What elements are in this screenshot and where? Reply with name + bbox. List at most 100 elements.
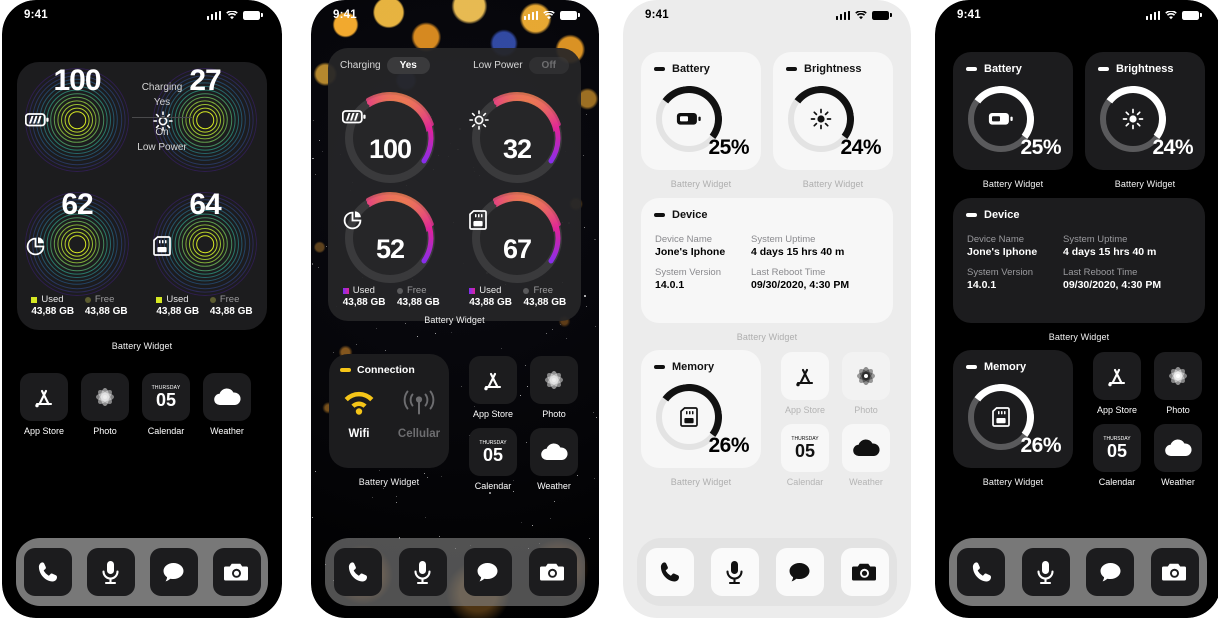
- connection-title: Connection: [357, 364, 415, 376]
- legend-label: Used: [352, 285, 375, 296]
- phone2-legend-row: Used 43,88 GB Free 43,88 GB Used 43,88 G…: [328, 285, 581, 308]
- app-icon-photo[interactable]: Photo: [81, 373, 129, 436]
- dock-phone-button[interactable]: [23, 548, 72, 596]
- app-icon-app-store[interactable]: App Store: [469, 356, 517, 419]
- cellular-signal-icon: [835, 10, 850, 20]
- legend-group: Used 43,88 GB Free 43,88 GB: [17, 294, 142, 317]
- app-icon-weather[interactable]: Weather: [530, 428, 578, 491]
- app-icon-app-store[interactable]: App Store: [781, 352, 829, 415]
- dock-camera-button[interactable]: [212, 548, 261, 596]
- phone3-brightness-card[interactable]: Brightness 24%: [773, 52, 893, 170]
- app-icon-weather[interactable]: Weather: [203, 373, 251, 436]
- calendar-day: 05: [155, 389, 177, 410]
- app-icon-weather[interactable]: Weather: [842, 424, 890, 487]
- ring-value: 32: [502, 134, 532, 164]
- phone3-battery-card[interactable]: Battery 25%: [641, 52, 761, 170]
- dock-microphone-button[interactable]: [710, 548, 759, 596]
- legend-free: Free 43,88 GB: [84, 294, 128, 317]
- phone1-center-stats: Charging Yes On Low Power: [123, 80, 201, 155]
- phone4-device-card[interactable]: Device Device Name Jone's Iphone System U…: [953, 198, 1205, 323]
- field-key: Last Reboot Time: [1063, 267, 1138, 278]
- dock-camera-button[interactable]: [528, 548, 577, 596]
- widget-dash-icon: [654, 212, 665, 218]
- phone1-status-bar: 9:41: [2, 0, 282, 30]
- app-icon-app-store[interactable]: App Store: [20, 373, 68, 436]
- legend-swatch-used: [31, 296, 38, 303]
- connection-cellular[interactable]: Cellular: [389, 390, 449, 440]
- legend-used: Used 43,88 GB: [342, 285, 386, 308]
- legend-used: Used 43,88 GB: [469, 285, 512, 308]
- app-icon-weather[interactable]: Weather: [1154, 424, 1202, 487]
- connection-label: Cellular: [397, 428, 441, 440]
- calendar-day: 05: [1106, 440, 1128, 461]
- phone-icon: [348, 561, 367, 581]
- phone1-battery-widget[interactable]: 100 27 62 64 Charging Yes On Low Power U…: [17, 62, 267, 330]
- gauge-percent: 26%: [708, 434, 749, 457]
- phone4-brightness-card[interactable]: Brightness 24%: [1085, 52, 1205, 170]
- connection-header: Connection: [340, 364, 415, 376]
- card-header: Device: [966, 209, 1019, 221]
- calendar-icon: THURSDAY 05: [142, 373, 190, 421]
- gauge-percent: 25%: [708, 136, 749, 159]
- phone2-connection-widget[interactable]: Connection Wifi Cellular: [329, 354, 449, 468]
- toggle-charging[interactable]: Charging Yes: [340, 57, 430, 74]
- battery-charging-icon: [25, 113, 129, 127]
- status-time: 9:41: [957, 9, 981, 21]
- legend-value: 43,88 GB: [342, 297, 386, 308]
- microphone-icon: [1037, 560, 1054, 584]
- phone3-device-card[interactable]: Device Device Name Jone's Iphone System U…: [641, 198, 893, 323]
- card-title: Brightness: [804, 63, 862, 75]
- app-icon-calendar[interactable]: THURSDAY 05 Calendar: [781, 424, 829, 487]
- app-icon-calendar[interactable]: THURSDAY 05 Calendar: [1093, 424, 1141, 487]
- battery-icon: [243, 10, 263, 20]
- ring-battery: 100: [342, 90, 438, 186]
- phone4-memory-card[interactable]: Memory 26%: [953, 350, 1073, 468]
- app-store-icon: [781, 352, 829, 400]
- dock-messages-button[interactable]: [463, 548, 512, 596]
- app-icon-app-store[interactable]: App Store: [1093, 352, 1141, 415]
- phone-panel-4: 9:41 Battery 25% Battery Widget Brightne…: [935, 0, 1218, 618]
- app-icon-photo[interactable]: Photo: [1154, 352, 1202, 415]
- dock-microphone-button[interactable]: [1021, 548, 1070, 596]
- app-label: Weather: [537, 481, 571, 491]
- legend-swatch-used: [156, 296, 163, 303]
- dock-microphone-button[interactable]: [398, 548, 447, 596]
- connection-label: Wifi: [348, 428, 370, 440]
- phone2-app-grid-top: App Store Photo: [469, 356, 578, 419]
- connection-wifi[interactable]: Wifi: [329, 390, 389, 440]
- app-label: Calendar: [474, 481, 512, 491]
- app-icon-photo[interactable]: Photo: [842, 352, 890, 415]
- phone2-widget-caption: Battery Widget: [424, 315, 485, 325]
- dock-messages-button[interactable]: [1086, 548, 1135, 596]
- card-title: Device: [984, 209, 1020, 221]
- ring-value: 64: [189, 188, 221, 221]
- app-label: Calendar: [1098, 477, 1136, 487]
- phone1-dock: [16, 538, 268, 606]
- app-icon-photo[interactable]: Photo: [530, 356, 578, 419]
- dock-camera-button[interactable]: [1150, 548, 1199, 596]
- toggle-low-power[interactable]: Low Power Off: [473, 57, 569, 74]
- app-label: App Store: [1096, 405, 1138, 415]
- phone3-memory-card[interactable]: Memory 26%: [641, 350, 761, 468]
- dock-phone-button[interactable]: [645, 548, 694, 596]
- dock-microphone-button[interactable]: [86, 548, 135, 596]
- app-icon-calendar[interactable]: THURSDAY 05 Calendar: [469, 428, 517, 491]
- dock-messages-button[interactable]: [775, 548, 824, 596]
- app-label: Photo: [1166, 405, 1190, 415]
- dock-camera-button[interactable]: [840, 548, 889, 596]
- dock-phone-button[interactable]: [957, 548, 1006, 596]
- phone4-brightness-caption: Battery Widget: [1114, 179, 1176, 189]
- phone4-battery-card[interactable]: Battery 25%: [953, 52, 1073, 170]
- device-row: Device Name Jone's Iphone System Uptime 4 …: [967, 234, 1191, 258]
- dock-phone-button[interactable]: [333, 548, 382, 596]
- dock-messages-button[interactable]: [149, 548, 198, 596]
- phone2-battery-widget[interactable]: Charging Yes Low Power Off 100 32 52 67 …: [328, 48, 581, 321]
- field-key: Device Name: [967, 234, 1025, 245]
- app-icon-calendar[interactable]: THURSDAY 05 Calendar: [142, 373, 190, 436]
- cellular-signal-icon: [206, 10, 221, 20]
- device-row: Device Name Jone's Iphone System Uptime 4 …: [655, 234, 879, 258]
- app-store-icon: [1093, 352, 1141, 400]
- wifi-icon: [226, 10, 238, 19]
- app-label: Weather: [849, 477, 883, 487]
- device-field: System Uptime 4 days 15 hrs 40 m: [1063, 234, 1191, 258]
